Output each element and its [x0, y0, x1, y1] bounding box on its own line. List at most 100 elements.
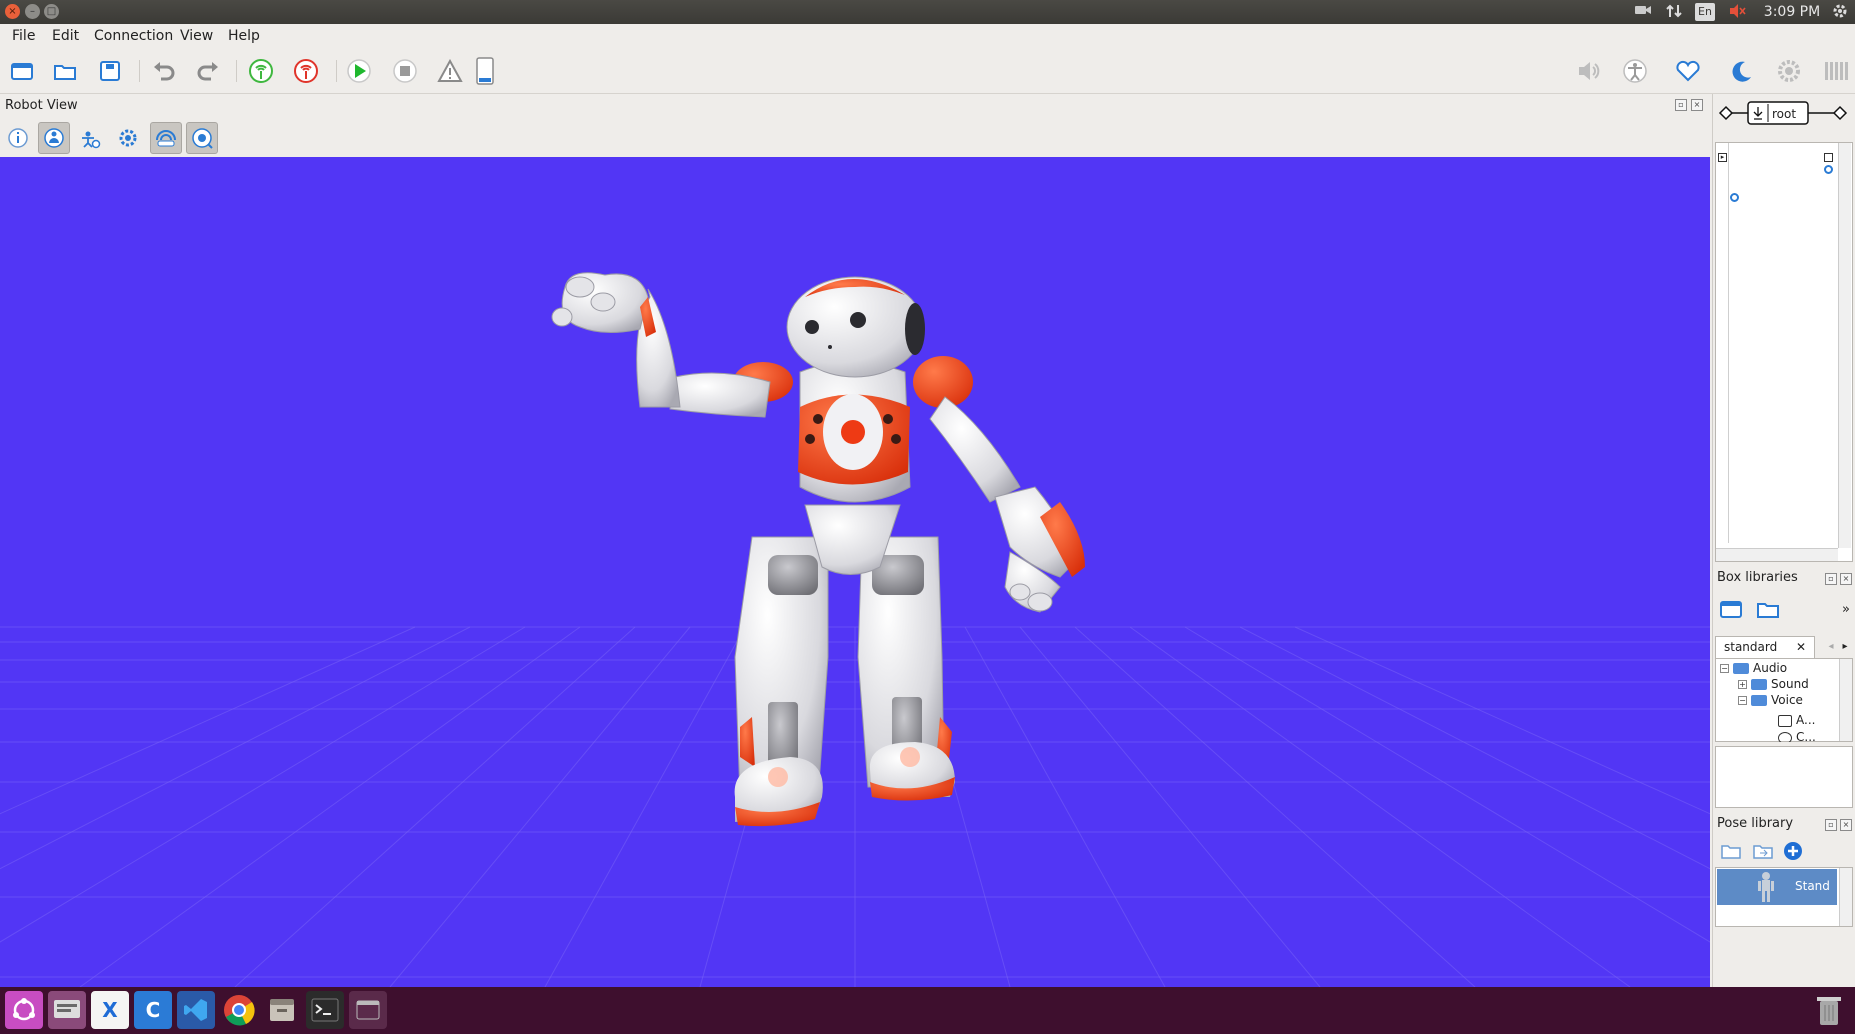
tree-item-box[interactable]: A... — [1778, 712, 1815, 728]
warning-icon[interactable] — [436, 58, 464, 84]
window-maximize-button[interactable]: □ — [44, 4, 59, 19]
box-description-area — [1715, 746, 1853, 808]
battery-icon — [471, 57, 499, 85]
right-side-panels: root ▸ Box libraries ▫ × » standard ✕ ◂ … — [1712, 94, 1855, 987]
volume-muted-icon[interactable] — [1726, 3, 1748, 21]
system-gear-icon[interactable] — [1830, 3, 1850, 21]
tab-close-icon[interactable]: ✕ — [1796, 637, 1806, 657]
panel-float-icon[interactable]: ▫ — [1675, 99, 1687, 111]
xmind-icon[interactable]: X — [91, 991, 129, 1029]
vscode-icon[interactable] — [177, 991, 215, 1029]
rest-icon[interactable] — [1727, 58, 1755, 84]
tree-item-voice[interactable]: − Voice — [1738, 692, 1803, 708]
info-icon[interactable] — [2, 122, 34, 154]
save-project-icon[interactable] — [96, 58, 124, 84]
clock[interactable]: 3:09 PM — [1762, 3, 1822, 21]
connect-icon[interactable] — [247, 58, 275, 84]
diagram-output-icon[interactable] — [1824, 153, 1833, 162]
diagram-output-dot-icon[interactable] — [1824, 165, 1833, 174]
folder-icon — [1733, 663, 1749, 674]
expand-icon[interactable]: + — [1738, 680, 1747, 689]
collapse-icon[interactable]: − — [1720, 664, 1729, 673]
import-pose-icon[interactable] — [1717, 838, 1745, 864]
choregraphe-icon[interactable] — [48, 991, 86, 1029]
box-libraries-float-icon[interactable]: ▫ — [1825, 573, 1837, 585]
flow-vertical-scrollbar[interactable] — [1838, 143, 1851, 548]
tab-standard[interactable]: standard ✕ — [1715, 636, 1815, 658]
chrome-icon[interactable] — [220, 991, 258, 1029]
pose-library-close-icon[interactable]: × — [1840, 819, 1852, 831]
tree-item-sound[interactable]: + Sound — [1738, 676, 1809, 692]
more-icon[interactable] — [1822, 58, 1850, 84]
ubuntu-dash-icon[interactable] — [5, 991, 43, 1029]
add-pose-icon[interactable] — [1779, 838, 1807, 864]
collapse-icon[interactable]: − — [1738, 696, 1747, 705]
network-icon[interactable] — [1664, 3, 1684, 21]
view-3d-icon[interactable] — [38, 122, 70, 154]
new-project-icon[interactable] — [8, 58, 36, 84]
tree-item-box[interactable]: C... — [1778, 729, 1816, 742]
main-toolbar — [0, 48, 1855, 94]
behavior-box-icon — [1778, 731, 1792, 742]
window-close-button[interactable]: × — [5, 4, 20, 19]
stop-icon[interactable] — [391, 58, 419, 84]
flow-root-label[interactable]: root — [1772, 107, 1796, 121]
flow-diagram-area[interactable]: ▸ — [1715, 142, 1853, 562]
open-project-icon[interactable] — [51, 58, 79, 84]
camera-icon[interactable] — [1633, 3, 1653, 21]
panel-close-icon[interactable]: × — [1691, 99, 1703, 111]
view-camera-icon[interactable] — [186, 122, 218, 154]
new-box-library-icon[interactable] — [1717, 596, 1745, 622]
export-pose-icon[interactable] — [1749, 838, 1777, 864]
folder-icon — [1751, 679, 1767, 690]
c-app-icon[interactable]: C — [134, 991, 172, 1029]
disconnect-icon[interactable] — [292, 58, 320, 84]
system-taskbar: X C — [0, 987, 1855, 1034]
settings-icon[interactable] — [1775, 58, 1803, 84]
tree-item-label: C... — [1796, 730, 1816, 742]
motors-icon[interactable] — [1621, 58, 1649, 84]
window-icon[interactable] — [349, 991, 387, 1029]
box-libraries-close-icon[interactable]: × — [1840, 573, 1852, 585]
play-icon[interactable] — [345, 58, 373, 84]
tree-vertical-scrollbar[interactable] — [1839, 659, 1852, 741]
view-sonar-icon[interactable] — [150, 122, 182, 154]
menu-help[interactable]: Help — [228, 28, 260, 44]
menu-connection[interactable]: Connection — [94, 28, 173, 44]
volume-icon[interactable] — [1575, 58, 1603, 84]
pose-list: Stand — [1715, 867, 1853, 927]
menu-file[interactable]: File — [12, 28, 35, 44]
robot-3d-view[interactable] — [0, 157, 1710, 987]
diagram-input-icon[interactable]: ▸ — [1718, 153, 1727, 162]
speech-box-icon — [1778, 714, 1792, 727]
flow-horizontal-scrollbar[interactable] — [1716, 548, 1838, 561]
window-minimize-button[interactable]: – — [25, 4, 40, 19]
menu-view[interactable]: View — [180, 28, 213, 44]
menu-edit[interactable]: Edit — [52, 28, 79, 44]
view-settings-icon[interactable] — [112, 122, 144, 154]
tree-item-label: Sound — [1771, 677, 1809, 691]
open-box-library-icon[interactable] — [1754, 596, 1782, 622]
view-joints-icon[interactable] — [74, 122, 106, 154]
pose-vertical-scrollbar[interactable] — [1839, 868, 1852, 926]
trash-icon[interactable] — [1810, 991, 1848, 1029]
tab-scroll-left-icon[interactable]: ◂ — [1825, 638, 1837, 656]
heart-icon[interactable] — [1674, 58, 1702, 84]
stand-pose-icon — [1758, 872, 1774, 902]
pose-item-label: Stand — [1795, 879, 1830, 893]
box-library-tree: − Audio + Sound − Voice A... C... — [1715, 658, 1853, 742]
files-icon[interactable] — [263, 991, 301, 1029]
undo-icon[interactable] — [150, 58, 178, 84]
pose-item-stand[interactable]: Stand — [1717, 869, 1837, 905]
pose-library-float-icon[interactable]: ▫ — [1825, 819, 1837, 831]
tree-item-label: Audio — [1753, 661, 1788, 675]
box-libraries-more-button[interactable]: » — [1842, 602, 1850, 617]
tree-item-label: Voice — [1771, 693, 1803, 707]
diagram-input-dot-icon[interactable] — [1730, 193, 1739, 202]
system-top-panel: × – □ En 3:09 PM — [0, 0, 1855, 24]
tab-scroll-right-icon[interactable]: ▸ — [1839, 638, 1851, 656]
tree-item-audio[interactable]: − Audio — [1720, 660, 1787, 676]
terminal-icon[interactable] — [306, 991, 344, 1029]
redo-icon[interactable] — [194, 58, 222, 84]
keyboard-layout-indicator[interactable]: En — [1695, 3, 1715, 21]
